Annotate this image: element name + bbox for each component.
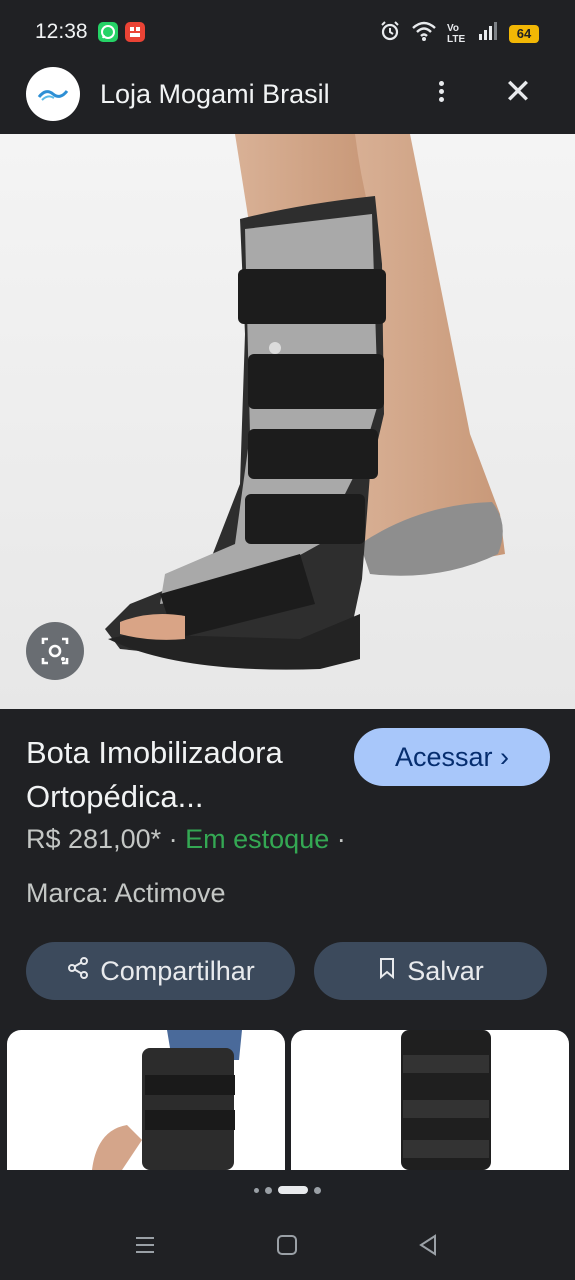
site-header: Loja Mogami Brasil ✕ bbox=[0, 66, 575, 134]
back-icon[interactable] bbox=[413, 1230, 443, 1260]
chevron-right-icon: › bbox=[500, 742, 510, 772]
separator: · bbox=[336, 824, 346, 854]
site-title: Loja Mogami Brasil bbox=[100, 79, 330, 109]
carousel-indicator bbox=[0, 1183, 575, 1197]
status-bar: 12:38 Vo LTE 64 bbox=[0, 0, 575, 66]
system-nav-bar bbox=[0, 1210, 575, 1280]
volte-icon: Vo LTE bbox=[447, 23, 466, 45]
wifi-icon bbox=[411, 20, 437, 48]
related-images bbox=[0, 1030, 575, 1170]
save-label: Salvar bbox=[407, 956, 484, 986]
whatsapp-icon bbox=[98, 22, 118, 42]
price: R$ 281,00* bbox=[26, 824, 162, 854]
brand: Marca: Actimove bbox=[26, 878, 226, 908]
access-button[interactable]: Acessar › bbox=[354, 728, 550, 786]
save-button[interactable]: Salvar bbox=[314, 942, 547, 1000]
page-dot-active bbox=[278, 1186, 308, 1194]
bookmark-icon bbox=[377, 942, 397, 1000]
status-icons: Vo LTE 64 bbox=[379, 20, 539, 48]
share-label: Compartilhar bbox=[100, 956, 255, 986]
app-notification-icon bbox=[125, 22, 145, 42]
status-time: 12:38 bbox=[35, 20, 88, 43]
related-image-2[interactable] bbox=[291, 1030, 569, 1170]
share-icon bbox=[66, 942, 90, 1000]
access-label: Acessar bbox=[394, 742, 493, 772]
product-info: Bota Imobilizadora Ortopédica... Acessar… bbox=[0, 709, 575, 1029]
alarm-icon bbox=[379, 20, 401, 48]
recent-apps-icon[interactable] bbox=[130, 1230, 160, 1260]
page-dot bbox=[265, 1186, 272, 1194]
more-vert-icon[interactable] bbox=[428, 78, 454, 108]
page-dot bbox=[314, 1186, 321, 1194]
signal-icon bbox=[477, 21, 499, 47]
home-icon[interactable] bbox=[272, 1230, 302, 1260]
lens-search-icon[interactable] bbox=[26, 622, 84, 680]
related-image-1[interactable] bbox=[7, 1030, 285, 1170]
price-row: R$ 281,00* · Em estoque · bbox=[26, 824, 346, 855]
share-button[interactable]: Compartilhar bbox=[26, 942, 295, 1000]
stock-status: Em estoque bbox=[185, 824, 330, 854]
separator: · bbox=[168, 824, 178, 854]
battery-icon: 64 bbox=[509, 25, 539, 43]
product-image[interactable] bbox=[0, 134, 575, 709]
site-logo bbox=[26, 67, 80, 121]
page-dot bbox=[254, 1187, 259, 1193]
close-icon[interactable]: ✕ bbox=[500, 74, 536, 110]
walker-boot-illustration bbox=[105, 134, 505, 670]
product-title[interactable]: Bota Imobilizadora Ortopédica... bbox=[26, 731, 346, 819]
